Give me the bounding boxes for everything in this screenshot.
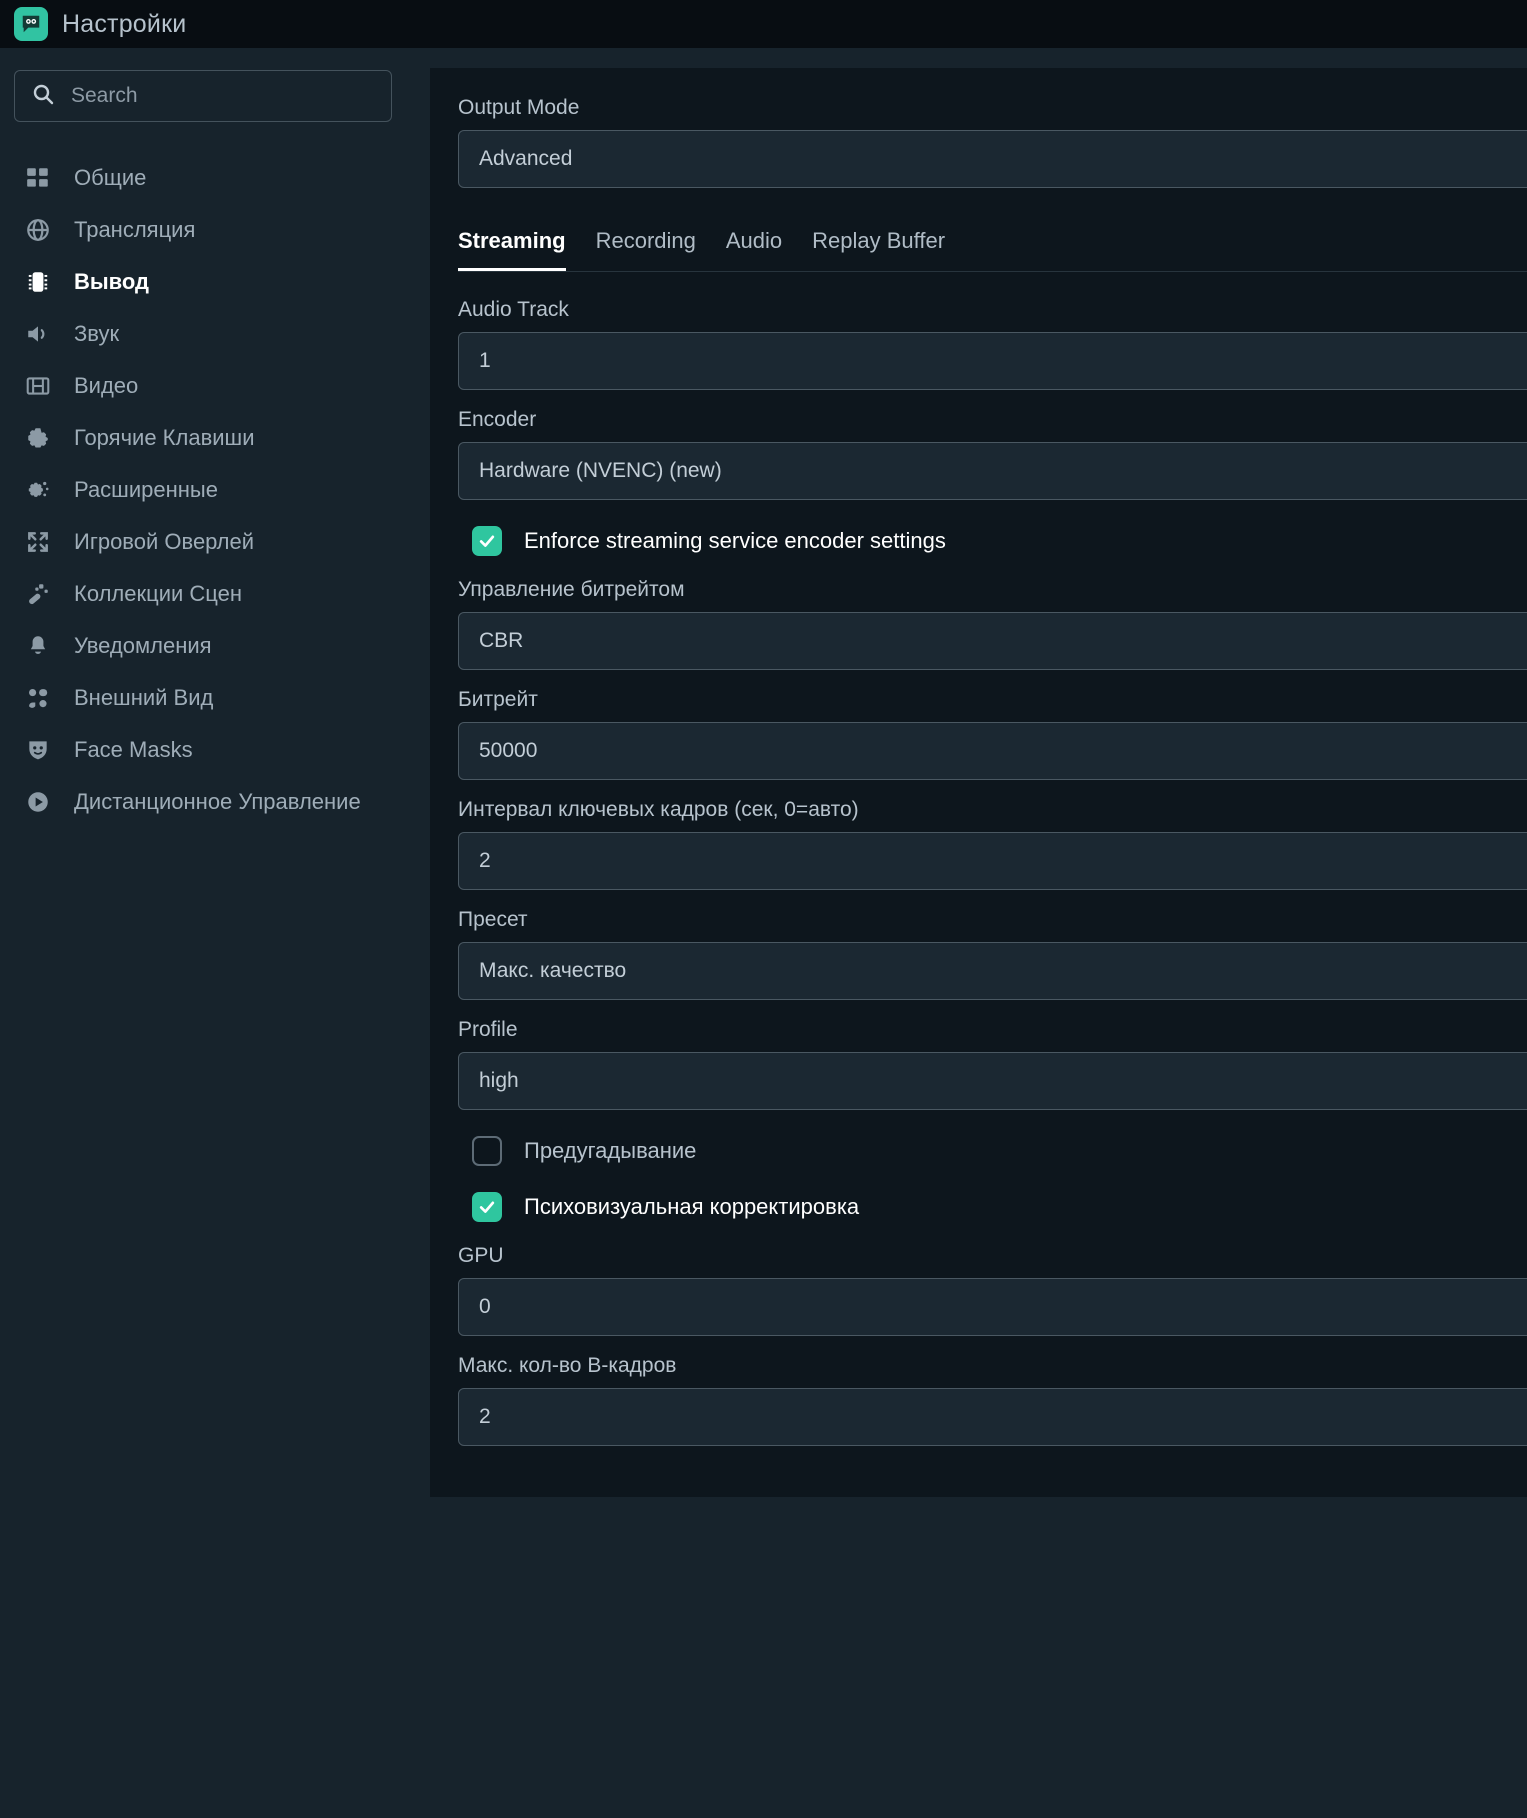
app-shell: Общие Трансляция [0, 48, 1527, 1818]
lookahead-label: Предугадывание [524, 1138, 697, 1163]
main-content: Output Mode Advanced Streaming Recording… [430, 48, 1527, 1818]
tab-audio[interactable]: Audio [726, 228, 782, 271]
keyframe-interval-input[interactable]: 2 [458, 832, 1527, 890]
tab-replay-buffer[interactable]: Replay Buffer [812, 228, 945, 271]
bframes-input[interactable]: 2 [458, 1388, 1527, 1446]
sidebar-item-translyatsiya[interactable]: Трансляция [0, 204, 430, 256]
enforce-encoder-settings-row[interactable]: Enforce streaming service encoder settin… [472, 526, 1527, 556]
audio-track-label: Audio Track [458, 298, 569, 321]
sidebar-item-rasshirennye[interactable]: Расширенные [0, 464, 430, 516]
tab-label: Streaming [458, 228, 566, 253]
sidebar-item-face-masks[interactable]: Face Masks [0, 724, 430, 776]
wand-icon [24, 580, 52, 608]
speaker-icon [24, 320, 52, 348]
output-tabs: Streaming Recording Audio Replay Buffer [458, 228, 1527, 271]
gpu-value: 0 [479, 1295, 491, 1318]
preset-select[interactable]: Макс. качество [458, 942, 1527, 1000]
bframes-value: 2 [479, 1405, 491, 1428]
tab-label: Recording [595, 228, 696, 253]
sidebar-item-label: Горячие Клавиши [74, 425, 255, 450]
sidebar-item-label: Вывод [74, 269, 150, 294]
grid-icon [24, 164, 52, 192]
bell-icon [24, 632, 52, 660]
bitrate-label: Битрейт [458, 688, 538, 711]
profile-value: high [479, 1069, 519, 1092]
sidebar-item-vyvod[interactable]: Вывод [0, 256, 430, 308]
encoder-select[interactable]: Hardware (NVENC) (new) [458, 442, 1527, 500]
sidebar-item-label: Звук [74, 321, 120, 346]
sidebar-item-label: Коллекции Сцен [74, 581, 243, 606]
search-input[interactable] [71, 84, 375, 108]
sidebar-item-zvuk[interactable]: Звук [0, 308, 430, 360]
gpu-input[interactable]: 0 [458, 1278, 1527, 1336]
window-title: Настройки [62, 9, 187, 38]
play-circle-icon [24, 788, 52, 816]
bframes-label: Макс. кол-во B-кадров [458, 1354, 677, 1377]
sidebar-item-vneshniy-vid[interactable]: Внешний Вид [0, 672, 430, 724]
output-mode-label: Output Mode [458, 96, 580, 119]
gpu-label: GPU [458, 1244, 504, 1267]
search-icon [31, 82, 55, 111]
gear-icon [24, 424, 52, 452]
film-icon [24, 372, 52, 400]
encoder-label: Encoder [458, 408, 537, 431]
sidebar-item-label: Игровой Оверлей [74, 529, 255, 554]
expand-icon [24, 528, 52, 556]
preset-label: Пресет [458, 908, 528, 931]
sidebar-item-obshchie[interactable]: Общие [0, 152, 430, 204]
tab-label: Replay Buffer [812, 228, 946, 253]
people-icon [24, 684, 52, 712]
profile-select[interactable]: high [458, 1052, 1527, 1110]
lookahead-checkbox[interactable] [472, 1136, 502, 1166]
audio-track-value: 1 [479, 349, 491, 372]
gears-icon [24, 476, 52, 504]
settings-panel: Output Mode Advanced Streaming Recording… [430, 68, 1527, 1497]
sidebar-item-label: Face Masks [74, 737, 193, 762]
sidebar-item-igrovoy-overlay[interactable]: Игровой Оверлей [0, 516, 430, 568]
sidebar-item-goryachie-klavishi[interactable]: Горячие Клавиши [0, 412, 430, 464]
sidebar: Общие Трансляция [0, 48, 430, 1818]
sidebar-item-label: Общие [74, 165, 147, 190]
preset-value: Макс. качество [479, 959, 627, 982]
enforce-encoder-settings-label: Enforce streaming service encoder settin… [524, 528, 946, 553]
profile-label: Profile [458, 1018, 518, 1041]
output-mode-value: Advanced [479, 147, 573, 170]
globe-icon [24, 216, 52, 244]
bitrate-value: 50000 [479, 739, 538, 762]
tabs-divider [458, 271, 1527, 272]
output-mode-select[interactable]: Advanced [458, 130, 1527, 188]
psychovisual-tuning-checkbox[interactable] [472, 1192, 502, 1222]
mask-icon [24, 736, 52, 764]
sidebar-item-label: Дистанционное Управление [74, 789, 361, 814]
sidebar-item-label: Расширенные [74, 477, 218, 502]
tab-label: Audio [725, 228, 783, 253]
sidebar-item-video[interactable]: Видео [0, 360, 430, 412]
sidebar-item-label: Видео [74, 373, 139, 398]
rate-control-label: Управление битрейтом [458, 578, 685, 601]
keyframe-interval-label: Интервал ключевых кадров (сек, 0=авто) [458, 798, 859, 821]
sidebar-item-label: Уведомления [74, 633, 212, 658]
audio-track-input[interactable]: 1 [458, 332, 1527, 390]
rate-control-select[interactable]: CBR [458, 612, 1527, 670]
sidebar-item-label: Трансляция [74, 217, 196, 242]
bitrate-input[interactable]: 50000 [458, 722, 1527, 780]
tab-streaming[interactable]: Streaming [458, 228, 566, 271]
search-box[interactable] [14, 70, 392, 122]
rate-control-value: CBR [479, 629, 524, 652]
tab-recording[interactable]: Recording [596, 228, 696, 271]
enforce-encoder-settings-checkbox[interactable] [472, 526, 502, 556]
chip-icon [24, 268, 52, 296]
keyframe-interval-value: 2 [479, 849, 491, 872]
sidebar-item-uvedomleniya[interactable]: Уведомления [0, 620, 430, 672]
psychovisual-tuning-row[interactable]: Психовизуальная корректировка [472, 1192, 1527, 1222]
lookahead-row[interactable]: Предугадывание [472, 1136, 1527, 1166]
sidebar-item-distantsionnoe-upravlenie[interactable]: Дистанционное Управление [0, 776, 430, 828]
sidebar-item-label: Внешний Вид [74, 685, 214, 710]
encoder-value: Hardware (NVENC) (new) [479, 459, 722, 482]
psychovisual-tuning-label: Психовизуальная корректировка [524, 1194, 860, 1219]
title-bar: Настройки [0, 0, 1527, 48]
sidebar-item-kollektsii-stsen[interactable]: Коллекции Сцен [0, 568, 430, 620]
streamlabs-logo-icon [14, 7, 48, 41]
